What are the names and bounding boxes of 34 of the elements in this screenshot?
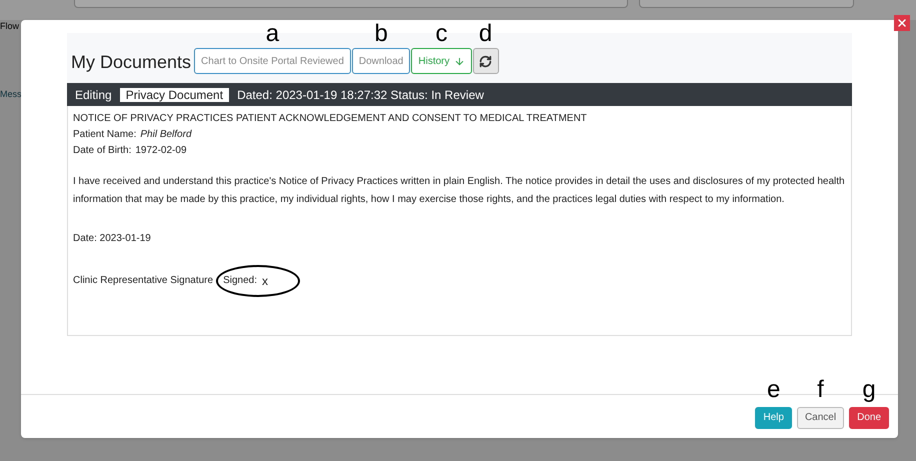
annotation-letter: d	[478, 22, 492, 46]
annotation-letter: c	[435, 22, 448, 46]
document-name-tag: Privacy Document	[120, 88, 230, 102]
signed-label: Signed:	[223, 274, 257, 288]
patient-name: Phil Belford	[140, 128, 192, 142]
arrow-down-icon	[454, 56, 464, 66]
refresh-button[interactable]	[472, 48, 498, 74]
signature-label: Clinic Representative Signature	[73, 274, 214, 288]
document-info: Dated: 2023-01-19 18:27:32 Status: In Review	[237, 86, 484, 104]
field-label: Date of Birth:	[73, 144, 132, 158]
footer-button[interactable]: Cancel	[796, 406, 844, 429]
annotation-letter: f	[817, 378, 824, 402]
close-icon	[896, 17, 908, 29]
annotation-letter: b	[374, 22, 388, 46]
modal-title: My Documents	[71, 51, 192, 74]
signature-mark: x	[262, 273, 268, 289]
annotation-letter: e	[766, 378, 780, 402]
download-button[interactable]: Download	[352, 48, 410, 74]
close-button[interactable]	[894, 15, 910, 31]
history-button[interactable]: History	[411, 48, 472, 74]
annotation-letter: g	[862, 378, 876, 402]
signed-date: Date: 2023-01-19	[73, 232, 152, 246]
page-tab-label: Mess	[0, 88, 22, 101]
page-label: Flow	[0, 20, 20, 33]
document-heading: NOTICE OF PRIVACY PRACTICES PATIENT ACKNOWLEDGEMENT AND CONSENT TO MEDICAL TREATMENT	[73, 112, 588, 126]
field-label: Patient Name:	[73, 128, 136, 142]
date-of-birth: 1972-02-09	[135, 144, 187, 158]
consent-paragraph: I have received and understand this practice's Notice of Privacy Practices written in plain English. The notice provides in detail the uses and disclosures of my protected health information that may be made by this practice, my individual rights, how I may exercise those rights, and the practices legal duties with respect to my information.	[73, 175, 846, 207]
editing-label: Editing	[75, 86, 112, 104]
refresh-icon	[479, 54, 492, 68]
annotation-letter: a	[266, 22, 280, 46]
chart-button[interactable]: Chart to Onsite Portal Reviewed	[194, 48, 351, 74]
footer-button[interactable]: Help	[755, 406, 792, 429]
footer-button[interactable]: Done	[849, 406, 889, 429]
